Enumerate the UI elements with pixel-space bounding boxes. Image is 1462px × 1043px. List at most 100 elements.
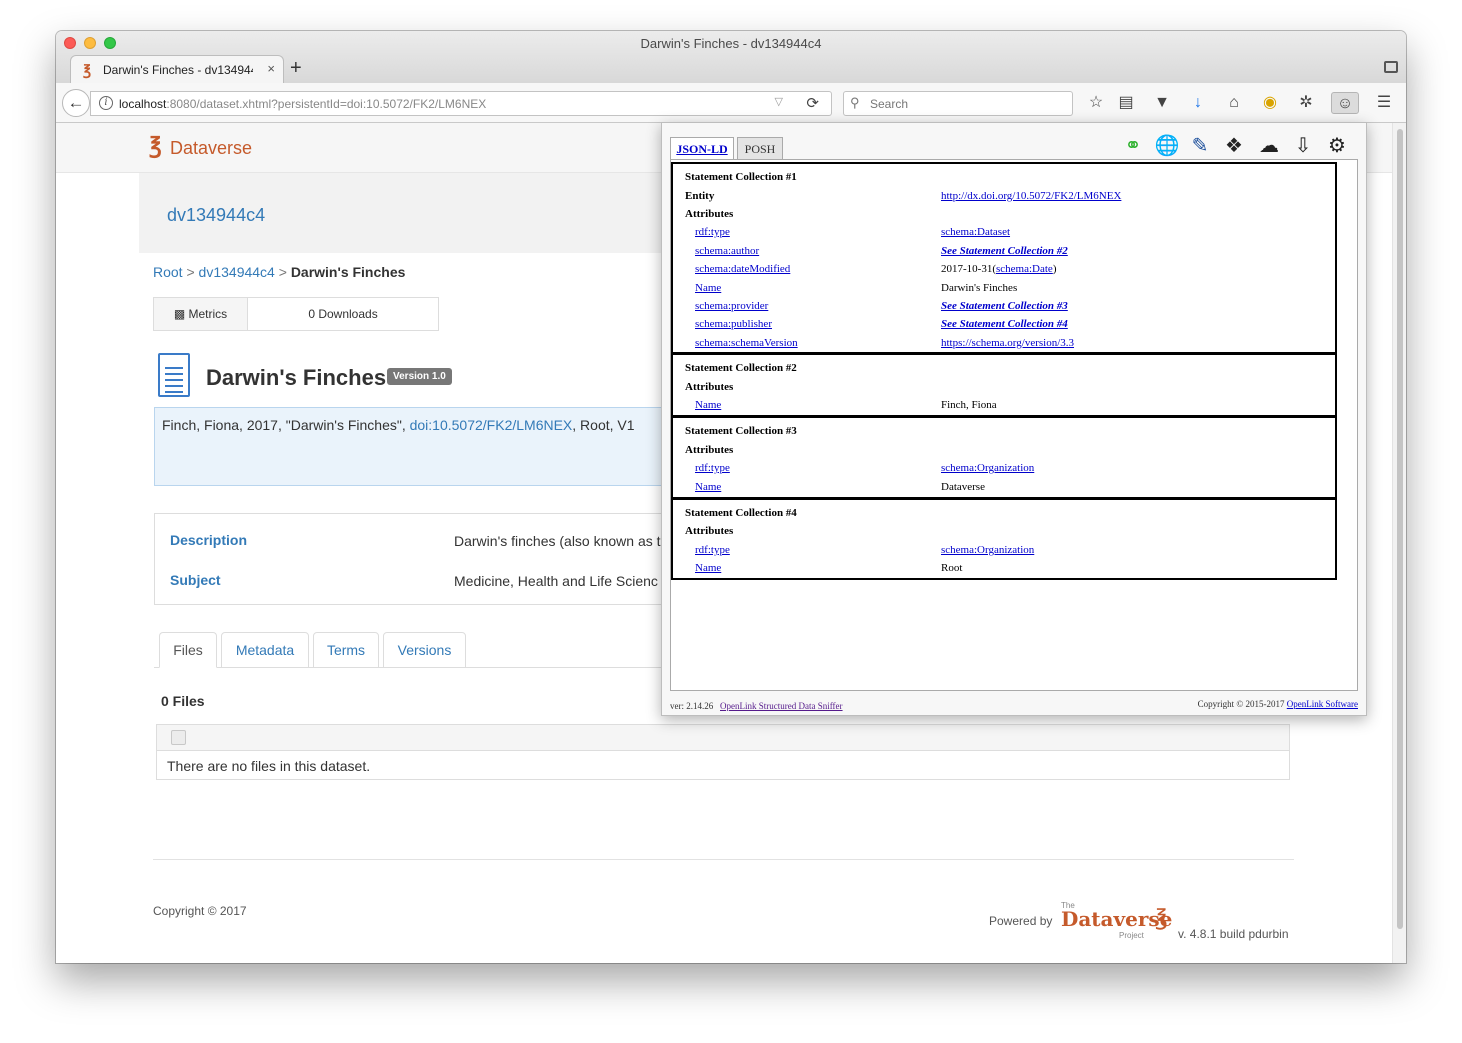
nav-toolbar: ← i localhost:8080/dataset.xhtml?persist… [56, 83, 1406, 123]
collection-reference-link[interactable]: See Statement Collection #3 [941, 300, 1068, 312]
sidebar-toggle-icon[interactable] [1384, 61, 1398, 73]
attribute-key[interactable]: Name [695, 481, 721, 493]
openlink-software-link[interactable]: OpenLink Software [1287, 699, 1358, 709]
scrollbar-thumb[interactable] [1397, 129, 1403, 929]
tab-files[interactable]: Files [159, 632, 217, 668]
new-tab-button[interactable]: + [290, 57, 302, 80]
cloud-search-icon[interactable]: ☁ [1256, 133, 1282, 159]
globe-search-icon[interactable]: 🌐 [1154, 133, 1180, 159]
attribute-value-link[interactable]: schema:Dataset [941, 226, 1010, 238]
statement-collection: Statement Collection #2 Attributes Name … [671, 353, 1337, 417]
attribute-value-link[interactable]: schema:Organization [941, 462, 1034, 474]
tab-versions[interactable]: Versions [383, 632, 466, 668]
attribute-key[interactable]: schema:schemaVersion [695, 337, 798, 349]
attribute-key[interactable]: schema:author [695, 245, 759, 257]
collection-reference-link[interactable]: See Statement Collection #4 [941, 318, 1068, 330]
collection-title: Statement Collection #3 [685, 425, 797, 437]
search-icon: ⚲ [850, 95, 860, 110]
attribute-key[interactable]: rdf:type [695, 462, 730, 474]
files-count: 0 Files [161, 693, 205, 709]
build-version: v. 4.8.1 build pdurbin [1178, 927, 1289, 941]
attribute-key[interactable]: Name [695, 282, 721, 294]
reload-icon[interactable]: ⟳ [806, 94, 819, 112]
site-info-icon[interactable]: i [99, 96, 113, 110]
dataset-title: Darwin's Finches [206, 365, 387, 390]
dataverse-name-link[interactable]: dv134944c4 [167, 205, 265, 226]
attribute-value: Root [941, 562, 963, 574]
tab-close-icon[interactable]: × [267, 61, 275, 76]
tab-metadata[interactable]: Metadata [221, 632, 309, 668]
attributes-label: Attributes [685, 208, 734, 220]
description-value: Darwin's finches (also known as t [454, 533, 661, 549]
files-empty-message: There are no files in this dataset. [167, 758, 371, 774]
datatype-link[interactable]: schema:Date [996, 263, 1053, 275]
downloads-count: 0 Downloads [308, 307, 378, 321]
entity-link[interactable]: http://dx.doi.org/10.5072/FK2/LM6NEX [941, 190, 1121, 202]
attribute-value: Dataverse [941, 481, 985, 493]
attribute-key[interactable]: rdf:type [695, 544, 730, 556]
attribute-value-link[interactable]: https://schema.org/version/3.3 [941, 337, 1074, 349]
citation-doi-link[interactable]: doi:10.5072/FK2/LM6NEX [410, 417, 573, 433]
collection-reference-link[interactable]: See Statement Collection #2 [941, 245, 1068, 257]
page-scrollbar[interactable] [1392, 123, 1406, 963]
reading-list-icon[interactable]: ▤ [1115, 92, 1137, 114]
collection-title: Statement Collection #2 [685, 362, 797, 374]
bar-chart-icon: ▩ [173, 307, 186, 321]
sniffer-footer-version: ver: 2.14.26 OpenLink Structured Data Sn… [670, 701, 843, 711]
footer-copyright: Copyright © 2017 [153, 904, 247, 918]
tab-label: Darwin's Finches - dv134944c4 [103, 63, 253, 77]
select-all-checkbox[interactable] [171, 730, 186, 745]
metadata-summary: Description Darwin's finches (also known… [154, 513, 694, 605]
sniffer-product-link[interactable]: OpenLink Structured Data Sniffer [720, 701, 843, 711]
citation-box: Finch, Fiona, 2017, "Darwin's Finches", … [154, 407, 694, 486]
subject-label: Subject [170, 572, 221, 588]
breadcrumb-parent[interactable]: dv134944c4 [199, 264, 275, 280]
attribute-key[interactable]: schema:dateModified [695, 263, 790, 275]
extension-globe-icon[interactable]: ◉ [1259, 92, 1281, 114]
url-dropdown-icon[interactable]: ▽ [775, 95, 783, 108]
tab-posh[interactable]: POSH [737, 137, 783, 159]
files-table: There are no files in this dataset. [156, 724, 1290, 780]
search-placeholder: Search [870, 97, 909, 111]
footer-logo-project: Project [1119, 931, 1144, 940]
edit-icon[interactable]: ✎ [1187, 133, 1213, 159]
metrics-box: ▩ Metrics 0 Downloads [153, 297, 439, 331]
cloud-download-icon[interactable]: ⇩ [1290, 133, 1316, 159]
attribute-key[interactable]: schema:publisher [695, 318, 772, 330]
attribute-key[interactable]: Name [695, 562, 721, 574]
url-bar[interactable]: i localhost:8080/dataset.xhtml?persisten… [90, 91, 832, 116]
sniffer-extension-icon[interactable]: ☺ [1331, 92, 1359, 114]
description-label: Description [170, 532, 248, 548]
entity-label: Entity [685, 190, 715, 202]
attribute-key[interactable]: rdf:type [695, 226, 730, 238]
link-icon[interactable]: ⚭ [1120, 133, 1146, 159]
breadcrumb-separator: > [278, 264, 287, 280]
window-title: Darwin's Finches - dv134944c4 [640, 36, 822, 51]
sniffer-footer-copyright: Copyright © 2015-2017 OpenLink Software [1197, 699, 1358, 709]
search-input[interactable]: ⚲ Search [843, 91, 1073, 116]
browser-tab[interactable]: ℥ Darwin's Finches - dv134944c4 × [70, 55, 284, 84]
tab-json-ld[interactable]: JSON-LD [670, 137, 734, 160]
breadcrumb-root[interactable]: Root [153, 264, 183, 280]
attribute-key[interactable]: schema:provider [695, 300, 768, 312]
menu-icon[interactable]: ☰ [1373, 92, 1395, 114]
dataverse-logo-icon[interactable]: ℥ [149, 133, 162, 159]
attribute-value: 2017-10-31(schema:Date) [941, 263, 1057, 275]
home-icon[interactable]: ⌂ [1223, 92, 1245, 114]
pocket-icon[interactable]: ▼ [1151, 92, 1173, 114]
version-badge: Version 1.0 [387, 368, 452, 385]
attribute-key[interactable]: Name [695, 399, 721, 411]
extension-network-icon[interactable]: ✲ [1295, 92, 1317, 114]
download-icon[interactable]: ↓ [1187, 92, 1209, 114]
back-button[interactable]: ← [62, 89, 90, 117]
powered-by-label: Powered by [989, 914, 1053, 928]
url-text[interactable]: localhost:8080/dataset.xhtml?persistentI… [119, 97, 486, 111]
graph-icon[interactable]: ❖ [1221, 133, 1247, 159]
dataverse-logo-link[interactable]: Dataverse [170, 138, 252, 159]
attribute-value-link[interactable]: schema:Organization [941, 544, 1034, 556]
bookmark-star-icon[interactable]: ☆ [1085, 92, 1107, 114]
attributes-label: Attributes [685, 444, 734, 456]
tab-terms[interactable]: Terms [313, 632, 379, 668]
statement-collection: Statement Collection #3 Attributes rdf:t… [671, 416, 1337, 499]
settings-gear-icon[interactable]: ⚙ [1324, 133, 1350, 159]
